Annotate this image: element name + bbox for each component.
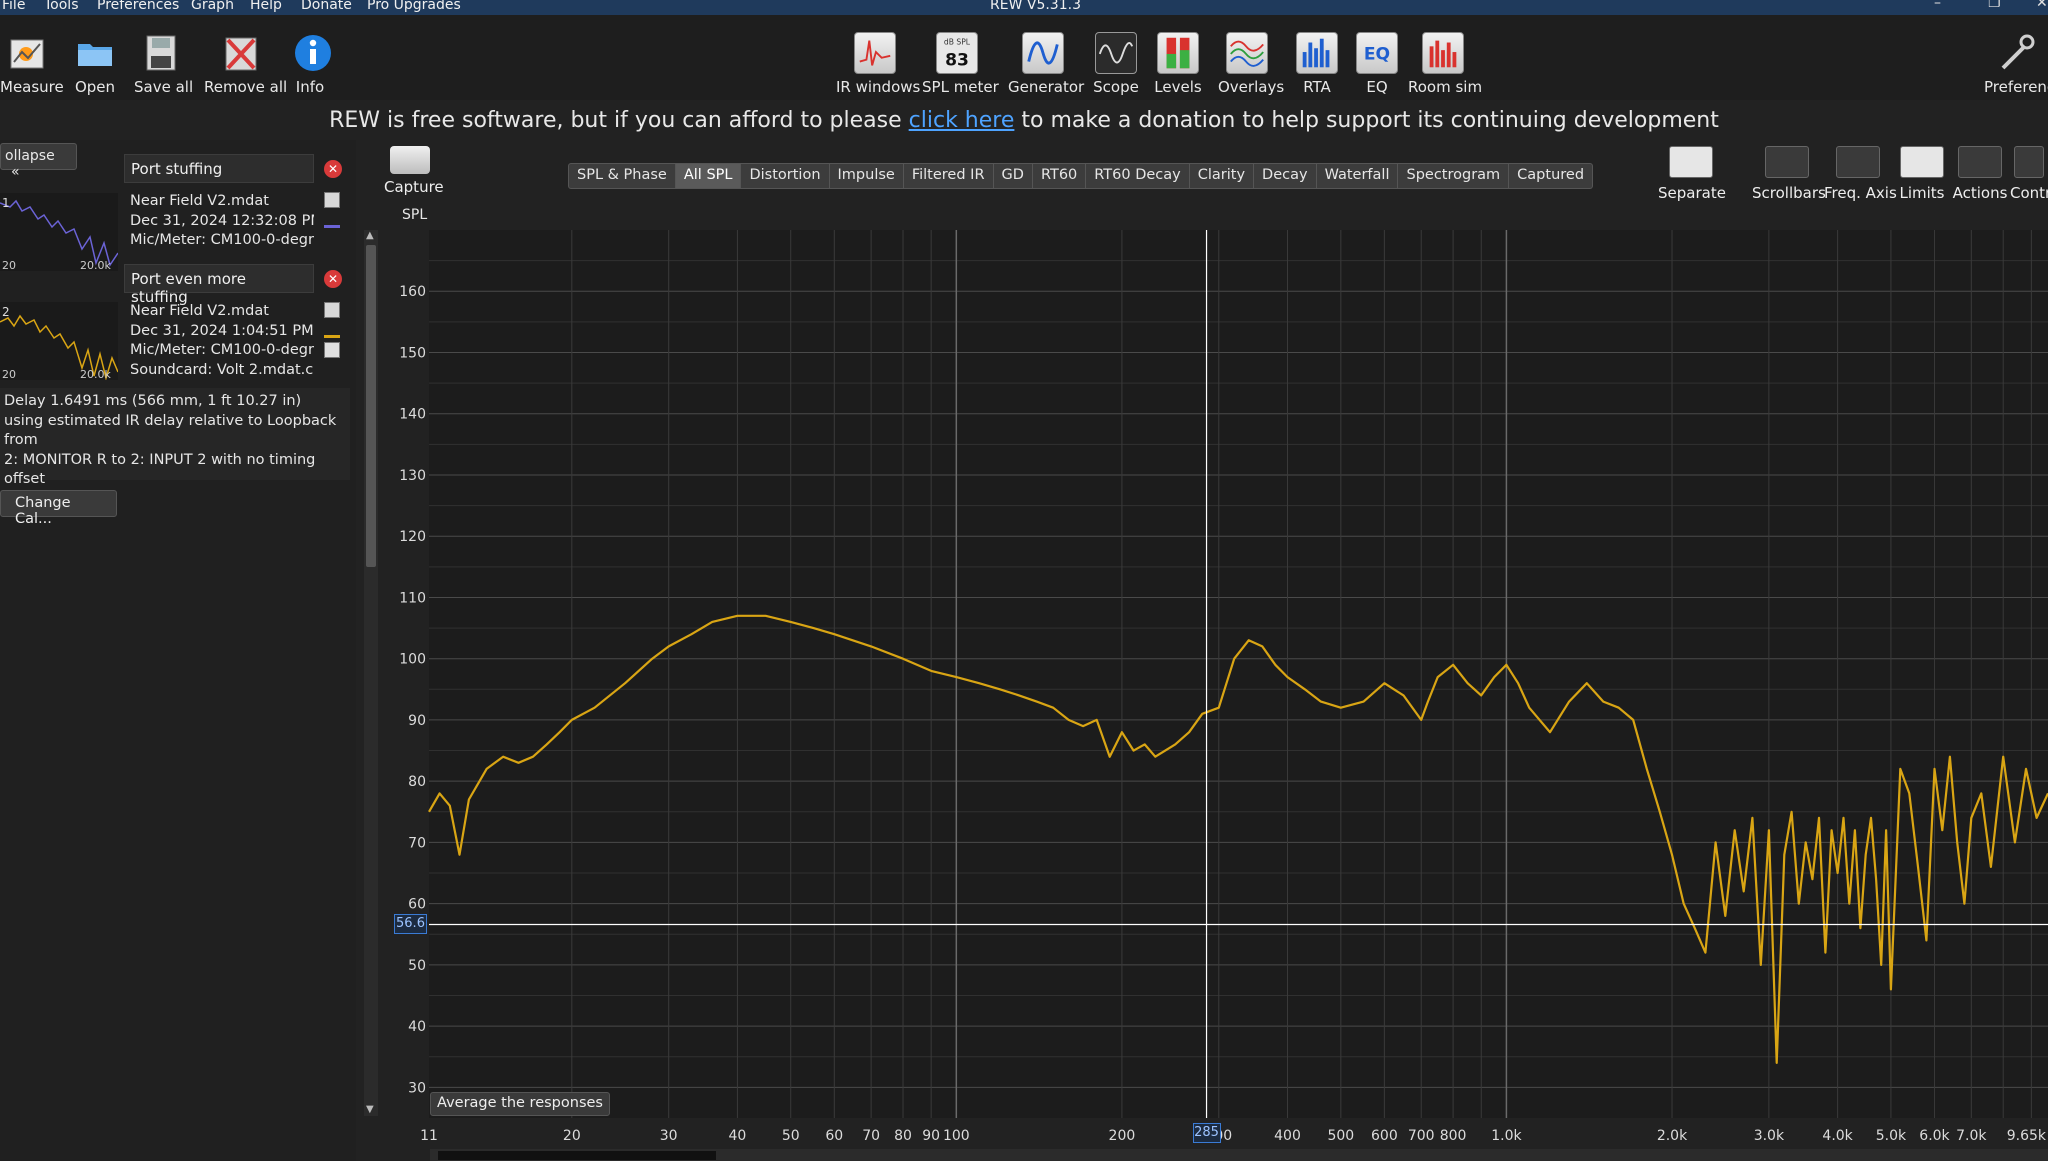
- spl-chart[interactable]: 3040506070809010011012013014015016011 20 3…: [0, 0, 2048, 1161]
- x-tick-label: 20: [563, 1128, 581, 1144]
- y-tick-label: 50: [408, 958, 426, 974]
- frequency-scrollbar-thumb[interactable]: [438, 1151, 716, 1160]
- x-tick-label: 1.0k: [1491, 1128, 1522, 1144]
- x-tick-label: 60: [825, 1128, 843, 1144]
- x-tick-label: 2.0k: [1657, 1128, 1688, 1144]
- y-tick-label: 80: [408, 774, 426, 790]
- x-tick-label: 4.0k: [1822, 1128, 1853, 1144]
- x-tick-label: 7.0k: [1956, 1128, 1987, 1144]
- x-tick-label: 700: [1408, 1128, 1435, 1144]
- y-tick-label: 60: [408, 897, 426, 913]
- y-tick-label: 160: [399, 284, 426, 300]
- y-tick-label: 100: [399, 652, 426, 668]
- x-tick-label: 50: [782, 1128, 800, 1144]
- x-tick-label: 90: [922, 1128, 940, 1144]
- y-tick-label: 70: [408, 835, 426, 851]
- y-tick-label: 90: [408, 713, 426, 729]
- x-tick-label: 800: [1440, 1128, 1467, 1144]
- y-tick-label: 140: [399, 407, 426, 423]
- cursor-frequency-readout: 285: [1192, 1123, 1221, 1143]
- x-tick-label: 30: [660, 1128, 678, 1144]
- y-tick-label: 110: [399, 590, 426, 606]
- y-tick-label: 40: [408, 1019, 426, 1035]
- cursor-spl-readout: 56.6: [394, 914, 427, 935]
- plot-background: [429, 230, 2048, 1118]
- y-tick-label: 30: [408, 1080, 426, 1096]
- x-tick-label: 400: [1274, 1128, 1301, 1144]
- x-tick-label: 500: [1327, 1128, 1354, 1144]
- x-tick-label: 3.0k: [1754, 1128, 1785, 1144]
- x-tick-label: 80: [894, 1128, 912, 1144]
- y-tick-label: 120: [399, 529, 426, 545]
- x-tick-label: 70: [862, 1128, 880, 1144]
- x-tick-label: 100: [943, 1128, 970, 1144]
- x-tick-label: 5.0k: [1876, 1128, 1907, 1144]
- chart-grid: [429, 230, 2048, 1118]
- average-responses-button[interactable]: Average the responses: [430, 1092, 610, 1116]
- y-tick-label: 150: [399, 345, 426, 361]
- x-tick-label: 9.65k: [2007, 1128, 2047, 1144]
- x-tick-label: 600: [1371, 1128, 1398, 1144]
- x-tick-label: 200: [1109, 1128, 1136, 1144]
- x-tick-label: 11: [420, 1128, 438, 1144]
- x-tick-label: 6.0k: [1919, 1128, 1950, 1144]
- y-tick-label: 130: [399, 468, 426, 484]
- x-tick-label: 40: [729, 1128, 747, 1144]
